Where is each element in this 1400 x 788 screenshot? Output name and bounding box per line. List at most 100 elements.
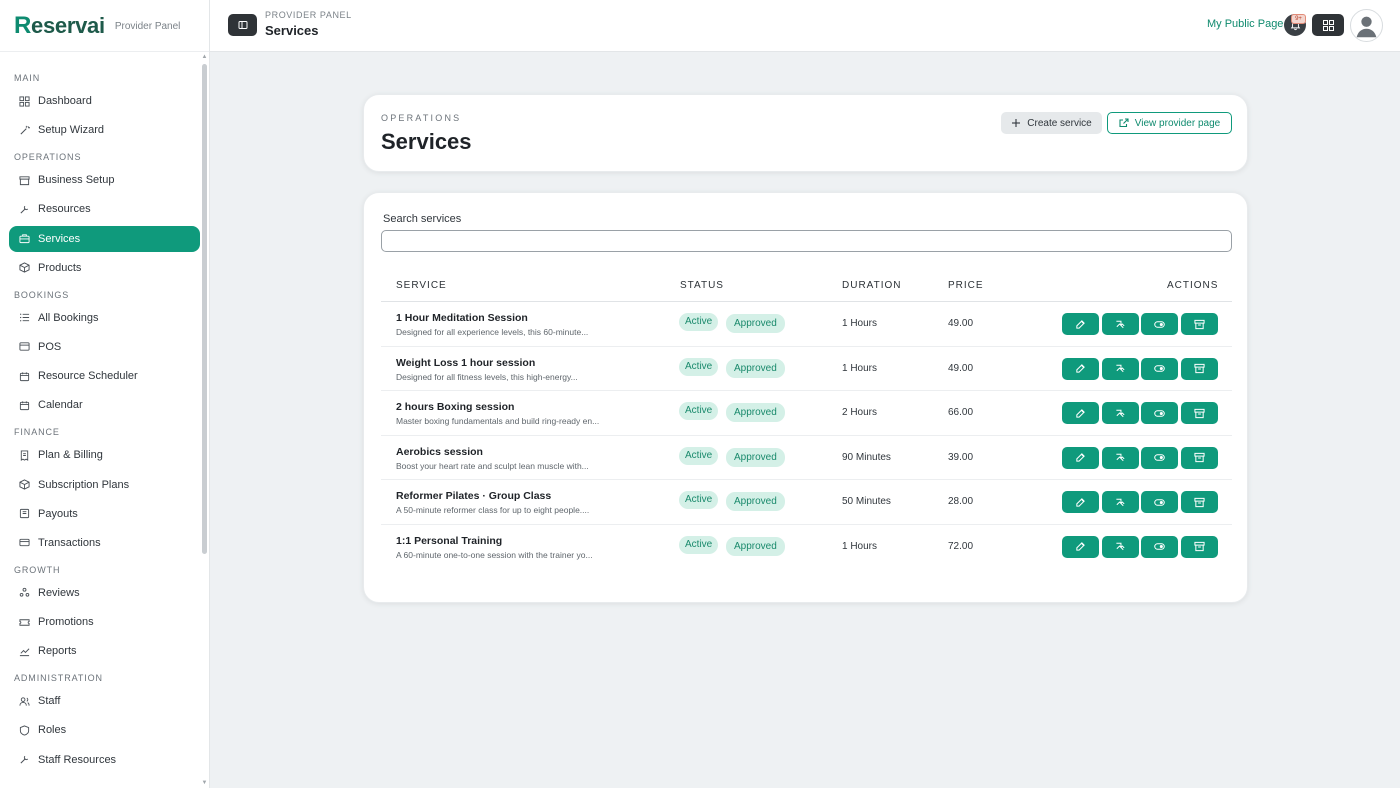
sidebar-item-label: All Bookings	[38, 311, 99, 324]
media-service-button[interactable]	[1101, 357, 1139, 380]
toggle-icon	[1154, 365, 1165, 372]
sidebar-item-label: Reports	[38, 645, 77, 658]
create-service-button[interactable]: Create service	[1001, 112, 1102, 134]
service-name[interactable]: Reformer Pilates · Group Class	[396, 490, 551, 502]
archive-service-button[interactable]	[1180, 357, 1218, 380]
nav-section-main: MAIN	[14, 73, 41, 83]
service-name[interactable]: Aerobics session	[396, 446, 483, 458]
service-name[interactable]: 2 hours Boxing session	[396, 401, 514, 413]
media-service-button[interactable]	[1101, 446, 1139, 469]
archive-service-button[interactable]	[1180, 313, 1218, 335]
sidebar-item-dashboard[interactable]: Dashboard	[9, 88, 200, 114]
service-description: Designed for all experience levels, this…	[396, 327, 589, 337]
scroll-up-arrow-icon[interactable]: ▲	[201, 54, 208, 60]
sidebar-item-transactions[interactable]: Transactions	[9, 530, 200, 556]
duration-cell: 1 Hours	[842, 362, 878, 374]
tools-icon	[18, 203, 30, 215]
header-title: Services	[265, 23, 319, 38]
column-header-duration: DURATION	[842, 280, 902, 291]
edit-service-button[interactable]	[1062, 491, 1099, 513]
sidebar-item-staff[interactable]: Staff	[9, 688, 200, 714]
toggle-service-button[interactable]	[1141, 357, 1178, 380]
media-service-button[interactable]	[1101, 535, 1139, 558]
page-section-label: OPERATIONS	[381, 113, 462, 123]
toggle-service-button[interactable]	[1141, 535, 1178, 558]
apps-button[interactable]	[1312, 14, 1344, 36]
my-public-page-link[interactable]: My Public Page	[1207, 18, 1283, 30]
view-provider-page-button[interactable]: View provider page	[1107, 112, 1232, 134]
toggle-service-button[interactable]	[1141, 446, 1178, 469]
edit-service-button[interactable]	[1062, 535, 1099, 558]
media-service-button[interactable]	[1101, 491, 1139, 513]
card-icon	[18, 537, 30, 549]
page-header-card: OPERATIONS Services Create service View …	[363, 94, 1248, 172]
archive-service-button[interactable]	[1180, 402, 1218, 424]
sidebar-item-all-bookings[interactable]: All Bookings	[9, 305, 200, 331]
duration-cell: 2 Hours	[842, 407, 878, 418]
toggle-icon	[1154, 409, 1165, 417]
sidebar-item-label: Resource Scheduler	[38, 370, 138, 383]
edit-service-button[interactable]	[1062, 313, 1099, 335]
sidebar-item-promotions[interactable]: Promotions	[9, 609, 200, 635]
scroll-down-arrow-icon[interactable]: ▼	[201, 780, 208, 786]
ticket-icon	[18, 616, 30, 628]
sidebar-scrollbar[interactable]: ▲ ▼	[200, 52, 209, 788]
sidebar-item-services[interactable]: Services	[9, 225, 200, 252]
archive-icon	[1193, 497, 1205, 507]
duration-cell: 1 Hours	[842, 540, 878, 552]
toggle-service-button[interactable]	[1141, 313, 1178, 335]
service-name[interactable]: Weight Loss 1 hour session	[396, 357, 535, 369]
page-title: Services	[381, 129, 472, 154]
media-service-button[interactable]	[1101, 402, 1139, 424]
service-name[interactable]: 1:1 Personal Training	[396, 535, 502, 547]
edit-service-button[interactable]	[1062, 402, 1099, 424]
media-service-button[interactable]	[1101, 313, 1139, 335]
sidebar-item-business-setup[interactable]: Business Setup	[9, 167, 200, 193]
toggle-icon	[1154, 543, 1165, 550]
brand: Reservai Provider Panel	[0, 0, 209, 52]
sidebar-item-resource-scheduler[interactable]: Resource Scheduler	[9, 363, 200, 389]
sidebar-item-plan-billing[interactable]: Plan & Billing	[9, 442, 200, 468]
service-description: Designed for all fitness levels, this hi…	[396, 371, 578, 382]
services-table-card: Search services SERVICE STATUS DURATION …	[363, 192, 1248, 603]
search-input[interactable]	[381, 230, 1232, 252]
apps-grid-icon	[1322, 19, 1334, 31]
sidebar-item-subscription-plans[interactable]: Subscription Plans	[9, 472, 200, 498]
nav-section-growth: GROWTH	[14, 564, 61, 575]
sidebar-item-products[interactable]: Products	[9, 255, 200, 281]
archive-service-button[interactable]	[1180, 446, 1218, 469]
user-avatar[interactable]	[1350, 9, 1383, 42]
sidebar-item-setup-wizard[interactable]: Setup Wizard	[9, 117, 200, 143]
sidebar-item-staff-resources[interactable]: Staff Resources	[9, 747, 200, 773]
sidebar-item-reports[interactable]: Reports	[9, 638, 200, 664]
sidebar-item-reviews[interactable]: Reviews	[9, 580, 200, 606]
status-badge: Active	[679, 535, 719, 554]
service-description: A 50-minute reformer class for up to eig…	[396, 505, 590, 515]
brand-logo[interactable]: Reservai	[14, 12, 105, 40]
sidebar-item-label: Dashboard	[38, 95, 92, 107]
table-row: 1:1 Personal Training A 60-minute one-to-…	[381, 525, 1232, 570]
edit-service-button[interactable]	[1062, 357, 1099, 380]
search-label: Search services	[383, 213, 462, 225]
sidebar-item-label: Plan & Billing	[38, 449, 103, 462]
sidebar-item-payouts[interactable]: Payouts	[9, 501, 200, 527]
sidebar-item-label: Calendar	[38, 399, 83, 412]
sidebar-item-roles[interactable]: Roles	[9, 717, 200, 743]
scroll-thumb[interactable]	[202, 64, 207, 554]
archive-service-button[interactable]	[1180, 491, 1218, 513]
gallery-icon	[1115, 453, 1125, 462]
sidebar-item-calendar[interactable]: Calendar	[9, 392, 200, 418]
edit-icon	[1076, 542, 1085, 551]
toggle-service-button[interactable]	[1141, 491, 1178, 513]
toggle-service-button[interactable]	[1141, 402, 1178, 424]
sidebar-item-resources[interactable]: Resources	[9, 196, 200, 222]
sidebar-toggle-button[interactable]	[228, 14, 257, 36]
archive-service-button[interactable]	[1180, 535, 1218, 558]
table-row: Reformer Pilates · Group Class A 50-minut…	[381, 480, 1232, 525]
sidebar-item-label: Transactions	[38, 536, 101, 549]
duration-cell: 50 Minutes	[842, 496, 891, 507]
sidebar-item-pos[interactable]: POS	[9, 334, 200, 360]
service-name[interactable]: 1 Hour Meditation Session	[396, 312, 528, 324]
status-badge: Active	[679, 446, 719, 465]
edit-service-button[interactable]	[1062, 446, 1099, 469]
